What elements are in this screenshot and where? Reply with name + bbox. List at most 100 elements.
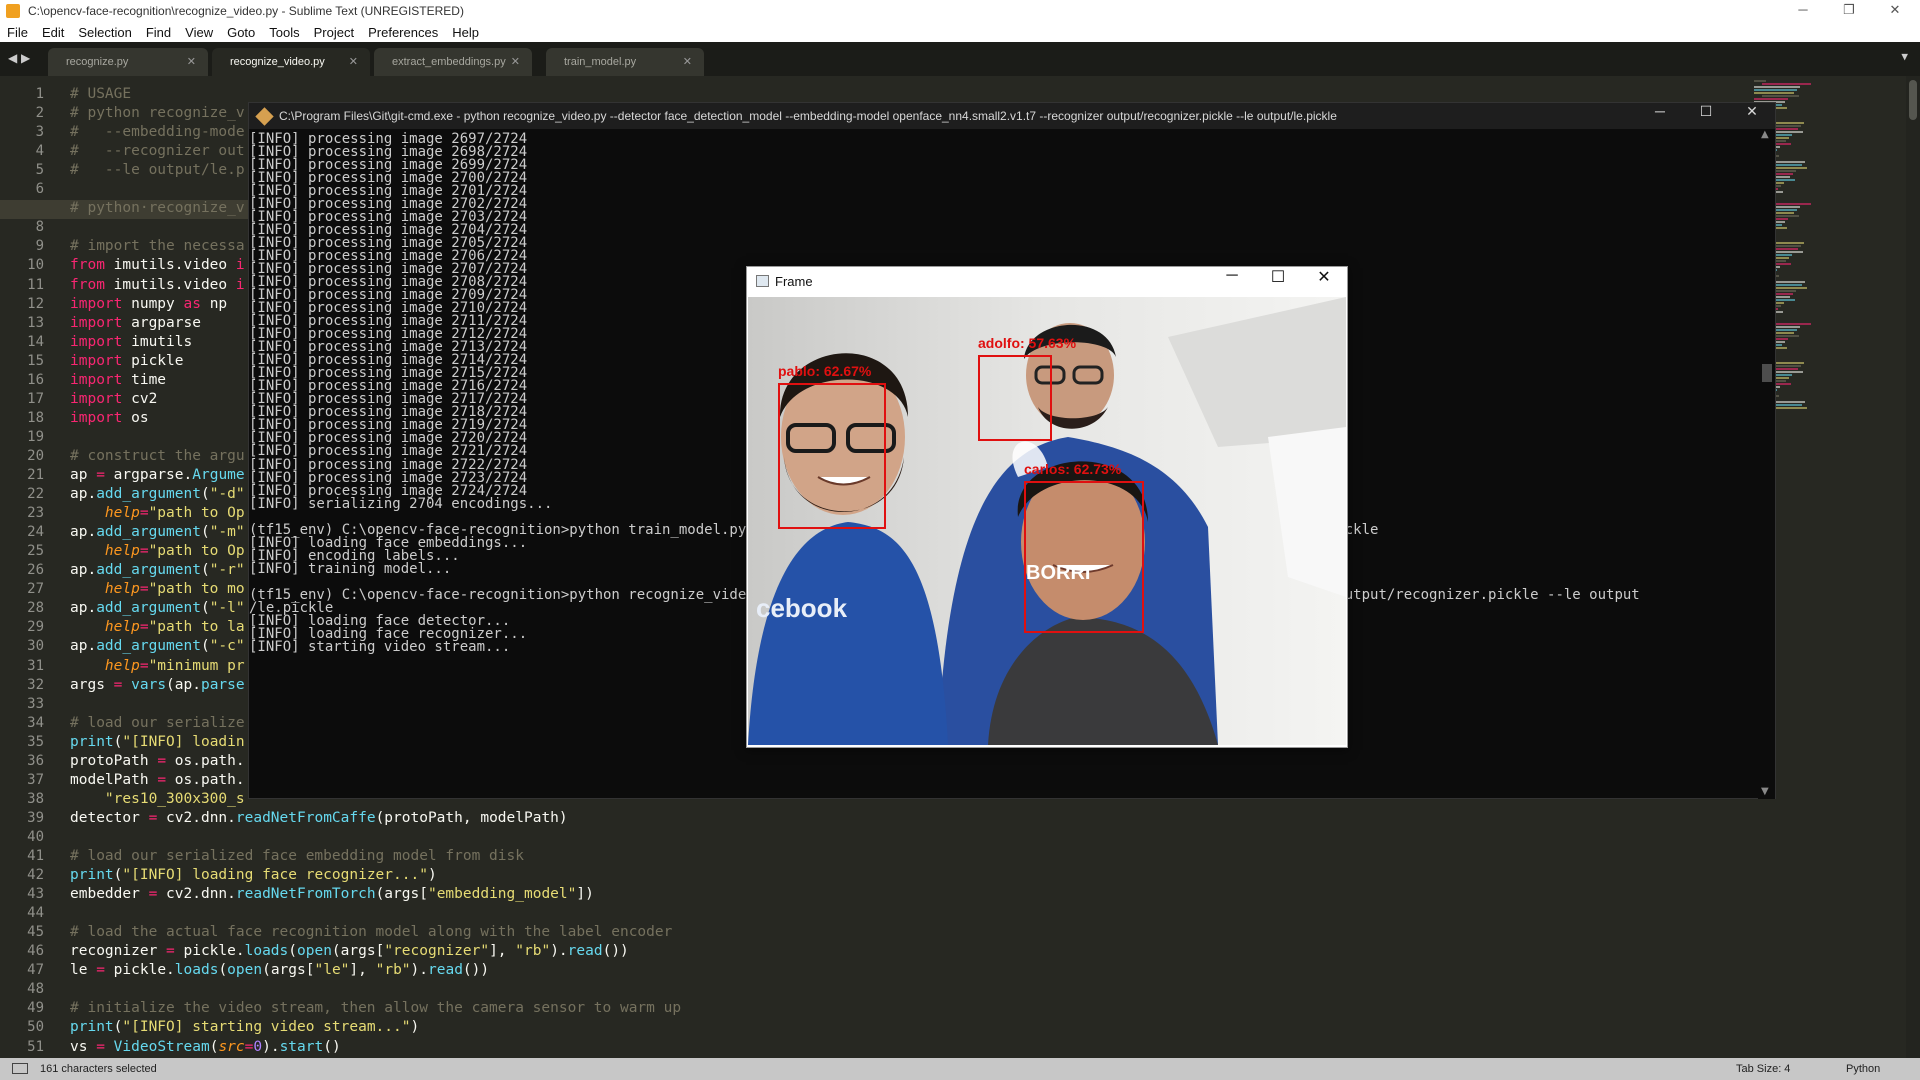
code-line[interactable]: # --le output/le.p — [70, 162, 245, 178]
code-line[interactable]: from imutils.video i — [70, 257, 245, 273]
scrollbar-thumb[interactable] — [1762, 364, 1772, 382]
console-close-button[interactable]: ✕ — [1729, 103, 1775, 129]
code-line[interactable]: # load the actual face recognition model… — [70, 924, 672, 940]
code-token: loads — [244, 943, 289, 960]
menu-preferences[interactable]: Preferences — [361, 25, 445, 40]
tab-recognize[interactable]: recognize.py ✕ — [48, 48, 208, 76]
code-token: pickle. — [174, 943, 245, 960]
line-number: 4 — [35, 143, 44, 160]
console-maximize-button[interactable]: ☐ — [1683, 103, 1729, 129]
menu-help[interactable]: Help — [445, 25, 486, 40]
frame-maximize-button[interactable]: ☐ — [1255, 267, 1301, 297]
code-line[interactable]: help="path to mo — [70, 581, 245, 597]
tab-recognize-video[interactable]: recognize_video.py ✕ — [212, 48, 370, 76]
code-line[interactable]: from imutils.video i — [70, 277, 245, 293]
close-button[interactable]: ✕ — [1872, 0, 1918, 22]
code-line[interactable]: protoPath = os.path. — [70, 753, 245, 769]
frame-titlebar[interactable]: Frame ─ ☐ ✕ — [747, 267, 1347, 297]
face-label-carlos: carlos: 62.73% — [1024, 461, 1122, 477]
code-token: help — [104, 505, 140, 522]
menu-file[interactable]: File — [0, 25, 35, 40]
code-line[interactable]: ap.add_argument("-l" — [70, 600, 245, 616]
tab-close-icon[interactable]: ✕ — [683, 48, 692, 76]
code-line[interactable]: recognizer = pickle.loads(open(args["rec… — [70, 943, 629, 959]
menu-selection[interactable]: Selection — [71, 25, 138, 40]
tab-nav-arrows-icon[interactable]: ◀ ▶ — [8, 51, 30, 65]
code-line[interactable]: ap.add_argument("-d" — [70, 486, 245, 502]
code-token: ]) — [576, 886, 594, 903]
code-line[interactable]: import time — [70, 372, 166, 388]
tab-train-model[interactable]: train_model.py ✕ — [546, 48, 704, 76]
menu-project[interactable]: Project — [307, 25, 361, 40]
scrollbar-thumb[interactable] — [1909, 80, 1917, 120]
code-line[interactable]: embedder = cv2.dnn.readNetFromTorch(args… — [70, 886, 594, 902]
menu-view[interactable]: View — [178, 25, 220, 40]
frame-minimize-button[interactable]: ─ — [1209, 267, 1255, 297]
code-token: ( — [200, 638, 210, 655]
code-line[interactable]: help="path to Op — [70, 505, 245, 521]
code-line[interactable]: # initialize the video stream, then allo… — [70, 1000, 681, 1016]
minimap[interactable] — [1754, 76, 1904, 436]
code-line[interactable]: vs = VideoStream(src=0).start() — [70, 1039, 341, 1055]
tab-close-icon[interactable]: ✕ — [511, 48, 520, 76]
tab-extract-embeddings[interactable]: extract_embeddings.py ✕ — [374, 48, 532, 76]
code-line[interactable]: ap.add_argument("-m" — [70, 524, 245, 540]
tab-label: recognize.py — [66, 56, 129, 68]
code-token: # import the necessa — [70, 238, 245, 255]
code-line[interactable]: detector = cv2.dnn.readNetFromCaffe(prot… — [70, 810, 568, 826]
menu-tools[interactable]: Tools — [262, 25, 306, 40]
code-line[interactable]: help="path to la — [70, 619, 245, 635]
code-line[interactable]: import argparse — [70, 315, 201, 331]
console-minimize-button[interactable]: ─ — [1637, 103, 1683, 129]
code-line[interactable]: help="path to Op — [70, 543, 245, 559]
code-line[interactable]: modelPath = os.path. — [70, 772, 245, 788]
window-titlebar: C:\opencv-face-recognition\recognize_vid… — [0, 0, 1920, 22]
scroll-up-icon[interactable]: ▲ — [1761, 129, 1769, 140]
code-line[interactable]: import numpy as np — [70, 296, 227, 312]
panel-toggle-icon[interactable] — [12, 1063, 28, 1074]
minimize-button[interactable]: ─ — [1780, 0, 1826, 22]
tab-size-status[interactable]: Tab Size: 4 — [1736, 1063, 1790, 1075]
tab-dropdown-icon[interactable]: ▼ — [1901, 50, 1908, 63]
console-titlebar[interactable]: C:\Program Files\Git\git-cmd.exe - pytho… — [249, 103, 1775, 129]
code-line[interactable]: print("[INFO] loading face recognizer...… — [70, 867, 437, 883]
code-line[interactable]: import pickle — [70, 353, 184, 369]
code-line[interactable]: ap.add_argument("-c" — [70, 638, 245, 654]
tab-close-icon[interactable]: ✕ — [349, 48, 358, 76]
code-line[interactable]: # USAGE — [70, 86, 131, 102]
code-line[interactable]: import imutils — [70, 334, 192, 350]
code-line[interactable]: # --recognizer out — [70, 143, 245, 159]
frame-close-button[interactable]: ✕ — [1301, 267, 1347, 297]
menu-goto[interactable]: Goto — [220, 25, 262, 40]
tab-close-icon[interactable]: ✕ — [187, 48, 196, 76]
code-line[interactable]: "res10_300x300_s — [70, 791, 245, 807]
code-line[interactable]: print("[INFO] loadin — [70, 734, 245, 750]
code-token: "path to mo — [148, 581, 245, 598]
minimap-line — [1754, 86, 1800, 88]
code-line[interactable]: import os — [70, 410, 149, 426]
code-line[interactable]: # construct the argu — [70, 448, 245, 464]
code-line[interactable]: ap.add_argument("-r" — [70, 562, 245, 578]
maximize-button[interactable]: ❐ — [1826, 0, 1872, 22]
code-token: ). — [410, 962, 428, 979]
menu-find[interactable]: Find — [139, 25, 178, 40]
code-line[interactable]: # --embedding-mode — [70, 124, 245, 140]
code-line[interactable]: help="minimum pr — [70, 658, 245, 674]
scroll-down-icon[interactable]: ▼ — [1761, 786, 1769, 797]
code-token: "path to Op — [148, 505, 245, 522]
frame-window[interactable]: Frame ─ ☐ ✕ cebook BORRI pablo: 62.67% a… — [746, 266, 1348, 748]
code-line[interactable]: args = vars(ap.parse — [70, 677, 245, 693]
editor-scrollbar[interactable] — [1906, 76, 1920, 1058]
code-line[interactable]: # python recognize_v — [70, 105, 245, 121]
code-line[interactable]: print("[INFO] starting video stream...") — [70, 1019, 419, 1035]
console-scrollbar[interactable]: ▲ ▼ — [1758, 129, 1775, 799]
syntax-status[interactable]: Python — [1846, 1063, 1880, 1075]
menu-edit[interactable]: Edit — [35, 25, 71, 40]
code-line[interactable]: # import the necessa — [70, 238, 245, 254]
code-line[interactable]: ap = argparse.Argume — [70, 467, 245, 483]
code-line[interactable]: # load our serialized face embedding mod… — [70, 848, 524, 864]
code-line[interactable]: # python·recognize_v — [70, 200, 245, 216]
code-line[interactable]: le = pickle.loads(open(args["le"], "rb")… — [70, 962, 489, 978]
code-line[interactable]: import cv2 — [70, 391, 157, 407]
code-line[interactable]: # load our serialize — [70, 715, 245, 731]
